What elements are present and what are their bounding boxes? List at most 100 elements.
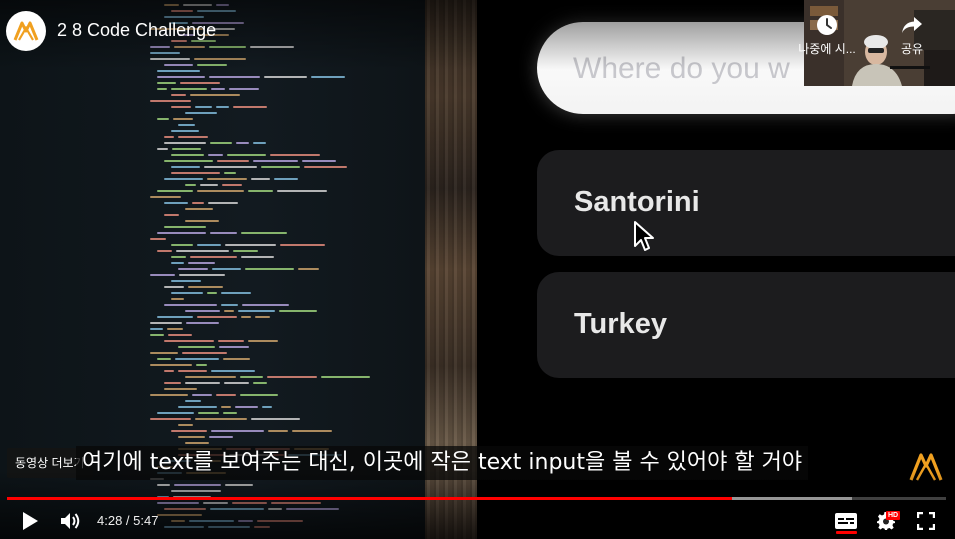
code-line-segment [157, 190, 193, 192]
code-line-segment [157, 412, 194, 414]
code-line-segment [157, 316, 193, 318]
code-line-segment [178, 346, 215, 348]
code-line-segment [164, 286, 184, 288]
code-line-segment [321, 376, 370, 378]
code-line-segment [171, 94, 186, 96]
code-line-segment [164, 142, 206, 144]
code-line-segment [157, 148, 168, 150]
code-line-segment [150, 100, 191, 102]
code-line-segment [171, 88, 207, 90]
code-line-segment [218, 340, 244, 342]
watch-later-button[interactable]: 나중에 시... [787, 14, 867, 57]
code-line-segment [171, 298, 184, 300]
volume-icon [61, 513, 80, 529]
code-line-segment [233, 250, 258, 252]
code-line-segment [245, 268, 294, 270]
code-line-segment [200, 184, 218, 186]
code-line-segment [302, 160, 336, 162]
code-line-segment [240, 376, 263, 378]
code-line-segment [175, 358, 219, 360]
play-button[interactable] [15, 506, 45, 536]
code-line-segment [171, 292, 203, 294]
code-line-segment [197, 244, 221, 246]
video-title[interactable]: 2 8 Code Challenge [57, 20, 216, 41]
code-line-segment [208, 202, 238, 204]
code-line-segment [235, 406, 258, 408]
code-line-segment [241, 232, 287, 234]
code-line-segment [221, 304, 238, 306]
channel-logo-icon[interactable] [6, 11, 46, 51]
mute-button[interactable] [56, 506, 86, 536]
code-line-segment [195, 418, 247, 420]
code-line-segment [248, 190, 273, 192]
code-line-segment [223, 412, 237, 414]
code-line-segment [178, 424, 193, 426]
code-line-segment [261, 166, 300, 168]
code-line-segment [185, 382, 220, 384]
code-line-segment [224, 310, 234, 312]
captions-icon [835, 513, 857, 529]
code-line-segment [280, 244, 325, 246]
code-line-segment [210, 142, 232, 144]
fullscreen-button[interactable] [911, 506, 941, 536]
code-line-segment [204, 166, 257, 168]
code-line-segment [185, 220, 219, 222]
progress-bar[interactable] [7, 497, 946, 500]
code-line-segment [164, 136, 174, 138]
code-line-segment [253, 142, 266, 144]
code-line-segment [190, 256, 237, 258]
code-line-segment [188, 262, 215, 264]
share-arrow-icon [902, 17, 922, 33]
code-line-segment [262, 406, 272, 408]
code-line-segment [164, 382, 181, 384]
code-line-segment [150, 394, 188, 396]
code-line-segment [171, 280, 201, 282]
code-line-segment [248, 340, 278, 342]
code-line-segment [197, 316, 237, 318]
code-line-segment [292, 430, 332, 432]
code-line-segment [229, 88, 259, 90]
code-line-segment [255, 316, 270, 318]
time-display: 4:28 / 5:47 [97, 513, 159, 528]
code-line-segment [192, 394, 212, 396]
code-line-segment [298, 268, 319, 270]
code-line-segment [304, 166, 347, 168]
code-line-segment [225, 244, 276, 246]
code-line-segment [268, 430, 288, 432]
code-line-segment [197, 190, 244, 192]
destination-card: Turkey [537, 272, 955, 378]
code-line-segment [236, 142, 249, 144]
code-line-segment [251, 178, 270, 180]
clock-icon [817, 15, 837, 35]
code-line-segment [311, 76, 345, 78]
code-line-segment [164, 178, 203, 180]
code-line-segment [178, 370, 207, 372]
code-line-segment [270, 154, 320, 156]
code-line-segment [195, 106, 212, 108]
code-line-segment [221, 292, 251, 294]
code-line-segment [277, 190, 327, 192]
code-line-segment [178, 406, 217, 408]
code-line-segment [188, 286, 223, 288]
code-line-segment [274, 178, 298, 180]
code-line-segment [172, 148, 201, 150]
code-line-segment [211, 370, 255, 372]
code-line-segment [171, 244, 193, 246]
code-line-segment [186, 322, 219, 324]
code-line-segment [185, 208, 213, 210]
code-line-segment [185, 376, 236, 378]
code-line-segment [216, 106, 229, 108]
code-line-segment [157, 250, 172, 252]
video-player[interactable]: Where do you w Santorini Turkey 2 8 Code… [0, 0, 955, 539]
code-line-segment [223, 358, 250, 360]
code-line-segment [178, 436, 205, 438]
code-line-segment [238, 310, 275, 312]
share-button[interactable]: 공유 [885, 14, 939, 57]
code-line-segment [171, 154, 204, 156]
code-line-segment [217, 160, 249, 162]
code-line-segment [208, 154, 223, 156]
code-line-segment [164, 340, 214, 342]
code-line-segment [209, 76, 260, 78]
code-line-segment [150, 322, 182, 324]
code-line-segment [164, 226, 206, 228]
